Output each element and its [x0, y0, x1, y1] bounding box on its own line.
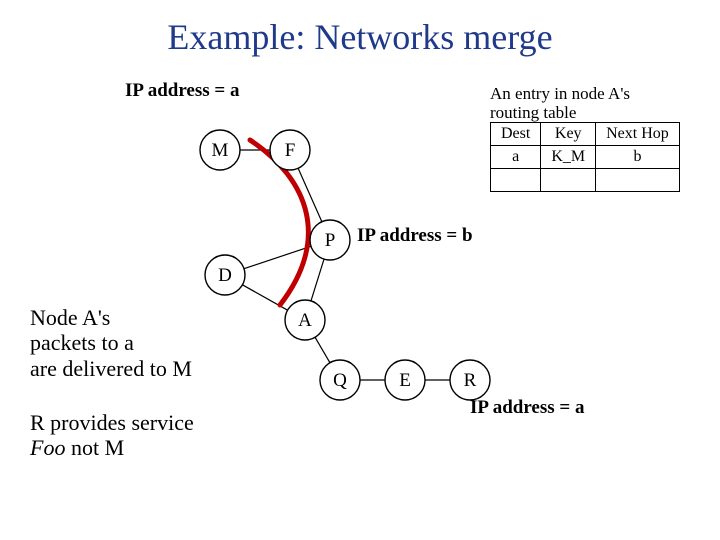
graph-svg: M F P D A Q E R: [0, 0, 720, 540]
graph-edge: [315, 337, 330, 362]
graph-node-label-R: R: [464, 370, 477, 391]
graph-node-label-P: P: [325, 230, 336, 251]
graph-node-label-A: A: [298, 310, 312, 331]
graph-node-label-Q: Q: [333, 370, 347, 391]
graph-edge: [311, 259, 324, 301]
graph-node-label-M: M: [212, 140, 229, 161]
graph-node-label-E: E: [399, 370, 411, 391]
graph-node-label-F: F: [285, 140, 296, 161]
graph-node-label-D: D: [218, 265, 232, 286]
